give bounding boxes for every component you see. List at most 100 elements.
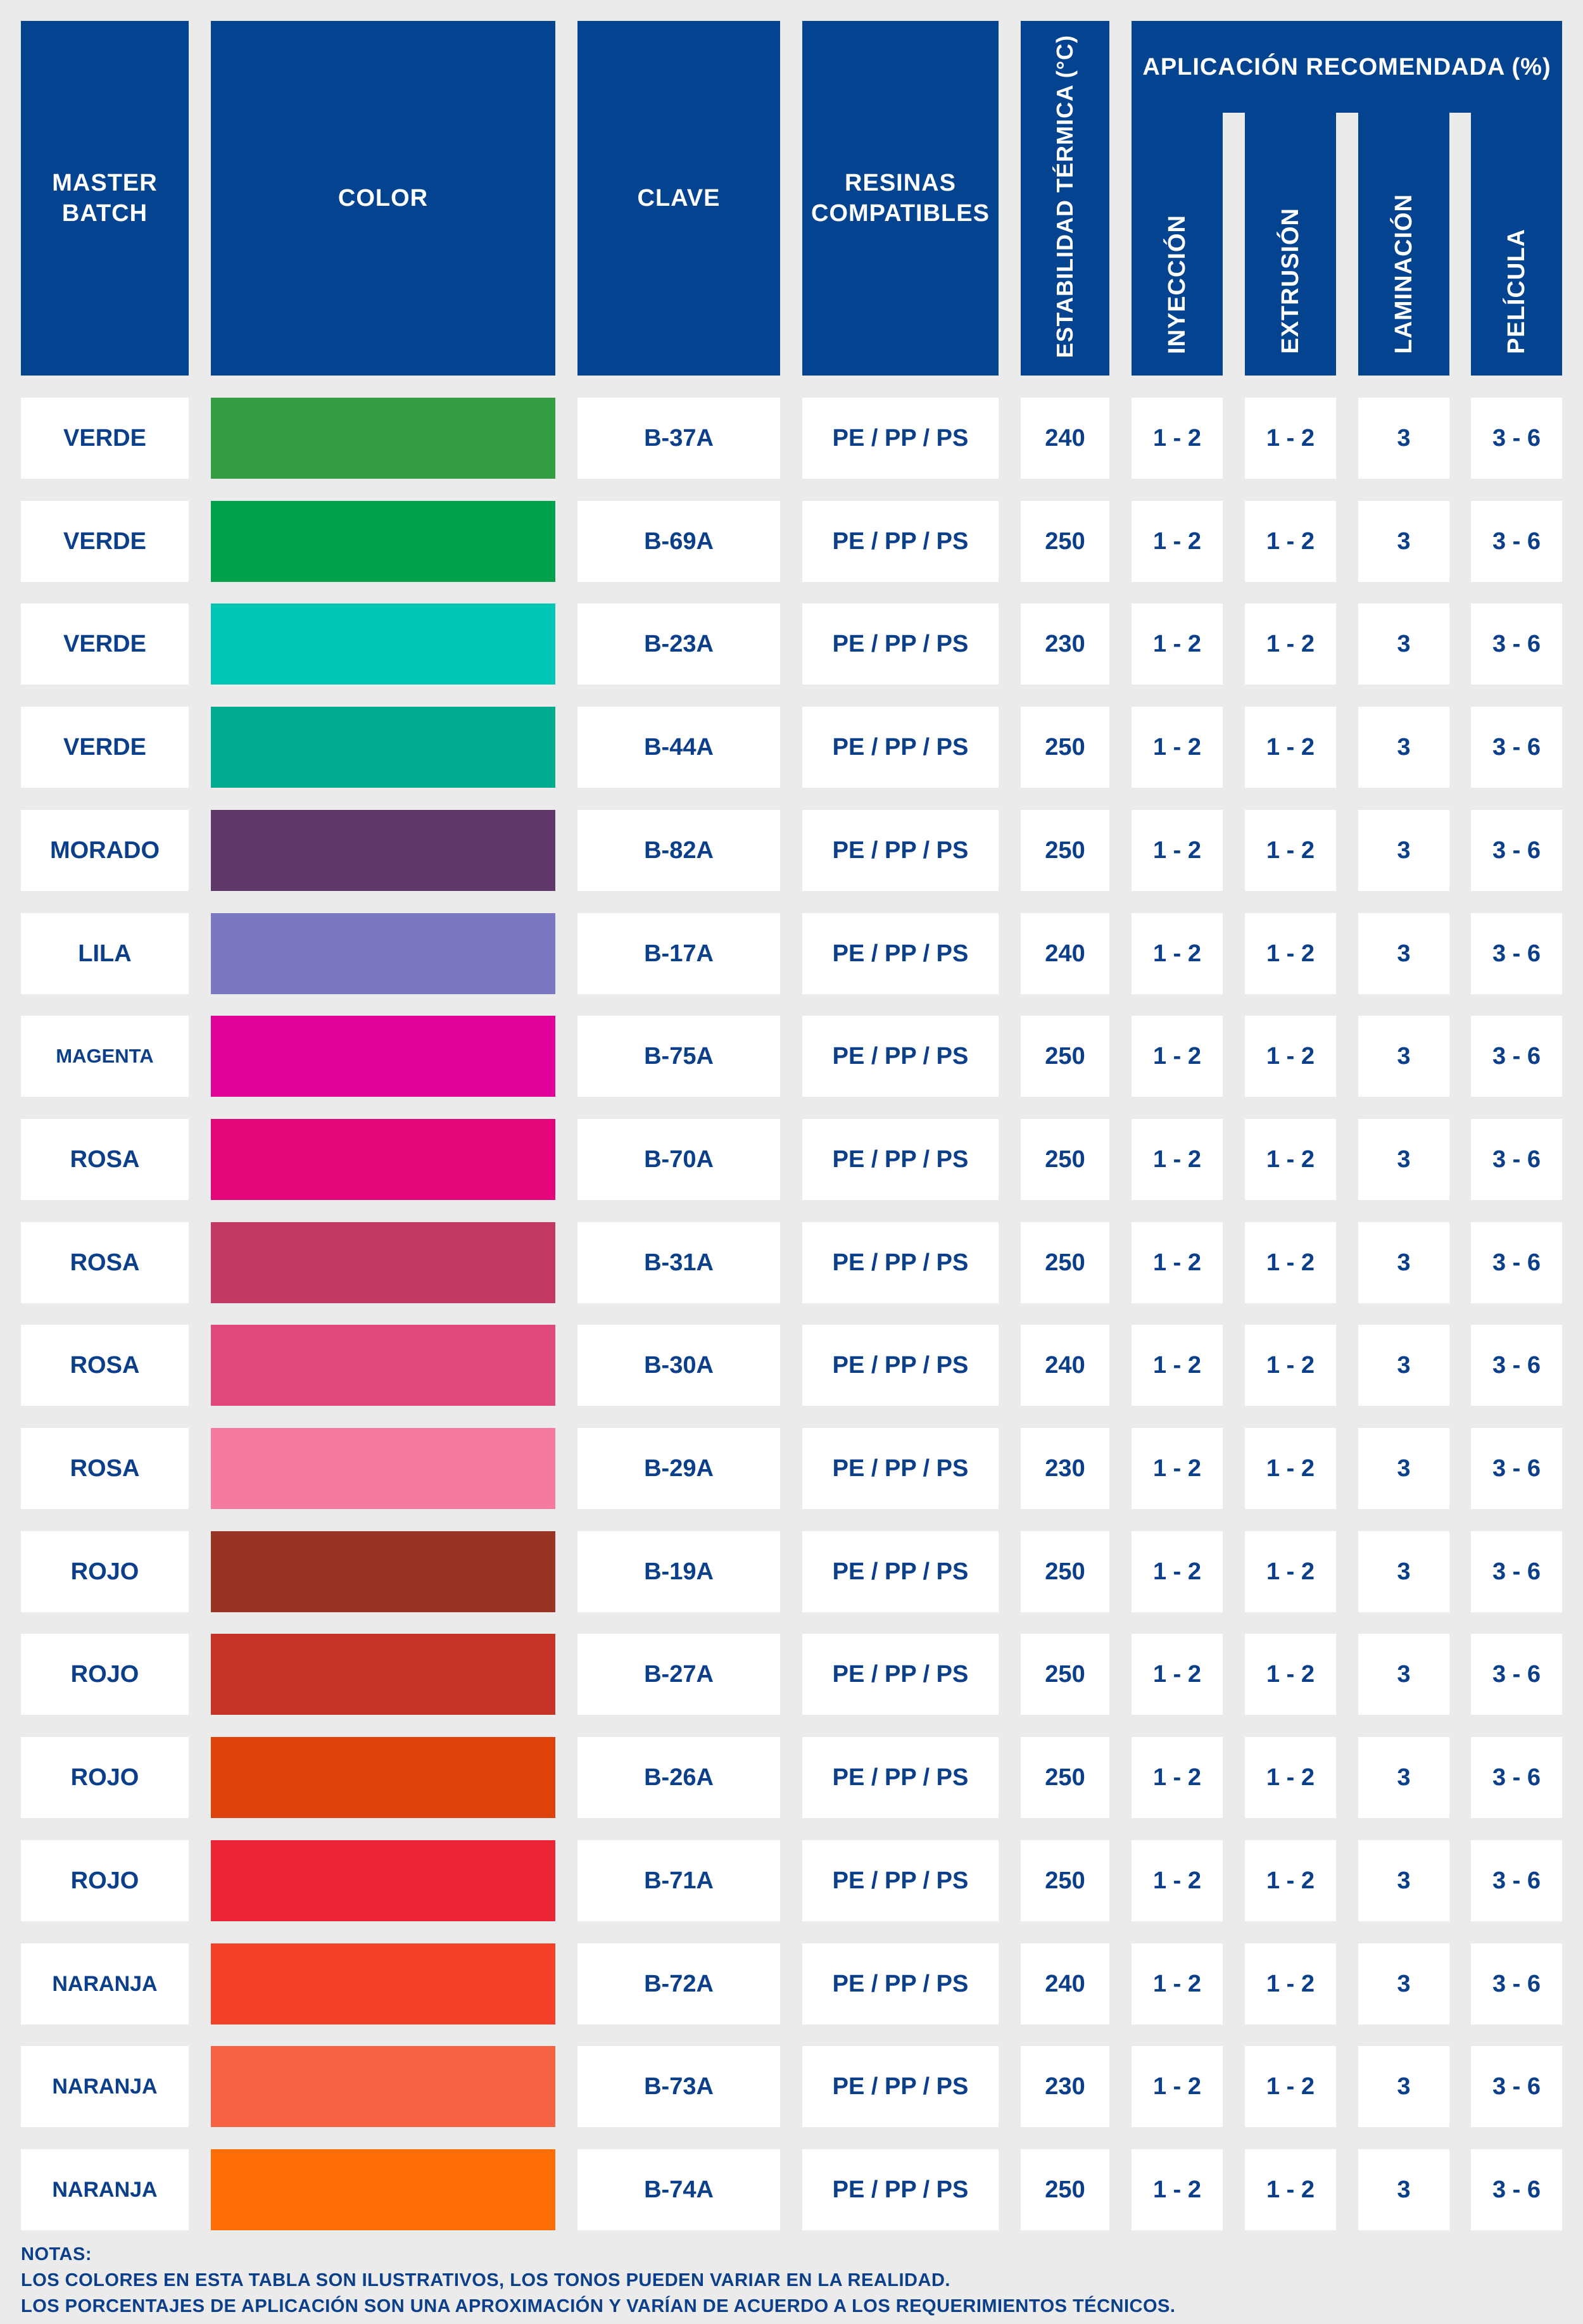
cell-laminacion: 3 xyxy=(1358,913,1449,994)
cell-extrusion: 1 - 2 xyxy=(1245,2046,1336,2127)
notes-line-2: LOS PORCENTAJES DE APLICACIÓN SON UNA AP… xyxy=(21,2296,1176,2316)
cell-resinas: PE / PP / PS xyxy=(802,1325,999,1406)
cell-pelicula: 3 - 6 xyxy=(1471,1119,1562,1200)
cell-inyeccion: 1 - 2 xyxy=(1132,2149,1223,2230)
cell-estabilidad: 240 xyxy=(1021,398,1109,479)
cell-extrusion: 1 - 2 xyxy=(1245,707,1336,788)
cell-clave: B-75A xyxy=(577,1016,780,1097)
cell-resinas: PE / PP / PS xyxy=(802,1634,999,1715)
cell-pelicula: 3 - 6 xyxy=(1471,1531,1562,1612)
cell-laminacion: 3 xyxy=(1358,1428,1449,1509)
cell-resinas: PE / PP / PS xyxy=(802,2046,999,2127)
cell-estabilidad: 250 xyxy=(1021,707,1109,788)
cell-resinas: PE / PP / PS xyxy=(802,603,999,685)
color-swatch xyxy=(211,1840,555,1921)
cell-extrusion: 1 - 2 xyxy=(1245,2149,1336,2230)
cell-laminacion: 3 xyxy=(1358,501,1449,582)
cell-master-batch: LILA xyxy=(21,913,189,994)
cell-resinas: PE / PP / PS xyxy=(802,1119,999,1200)
cell-clave: B-27A xyxy=(577,1634,780,1715)
header-pelicula-label: PELÍCULA xyxy=(1503,229,1530,354)
cell-estabilidad: 250 xyxy=(1021,2149,1109,2230)
header-master-batch: MASTER BATCH xyxy=(21,21,189,376)
cell-estabilidad: 250 xyxy=(1021,501,1109,582)
cell-estabilidad: 240 xyxy=(1021,1325,1109,1406)
header-aplicacion: APLICACIÓN RECOMENDADA (%) xyxy=(1132,21,1562,113)
cell-inyeccion: 1 - 2 xyxy=(1132,1119,1223,1200)
color-swatch xyxy=(211,2046,555,2127)
cell-clave: B-29A xyxy=(577,1428,780,1509)
header-clave: CLAVE xyxy=(577,21,780,376)
color-swatch xyxy=(211,1119,555,1200)
cell-resinas: PE / PP / PS xyxy=(802,1840,999,1921)
cell-laminacion: 3 xyxy=(1358,810,1449,891)
header-pelicula: PELÍCULA xyxy=(1471,113,1562,376)
cell-inyeccion: 1 - 2 xyxy=(1132,2046,1223,2127)
cell-laminacion: 3 xyxy=(1358,603,1449,685)
cell-estabilidad: 230 xyxy=(1021,603,1109,685)
header-color: COLOR xyxy=(211,21,555,376)
cell-master-batch: NARANJA xyxy=(21,2149,189,2230)
cell-master-batch: ROSA xyxy=(21,1325,189,1406)
cell-laminacion: 3 xyxy=(1358,2149,1449,2230)
cell-master-batch: ROSA xyxy=(21,1222,189,1303)
cell-master-batch: ROJO xyxy=(21,1531,189,1612)
cell-estabilidad: 250 xyxy=(1021,1531,1109,1612)
cell-inyeccion: 1 - 2 xyxy=(1132,913,1223,994)
color-swatch xyxy=(211,810,555,891)
color-swatch xyxy=(211,398,555,479)
cell-laminacion: 3 xyxy=(1358,1325,1449,1406)
cell-pelicula: 3 - 6 xyxy=(1471,2046,1562,2127)
color-swatch xyxy=(211,1428,555,1509)
cell-estabilidad: 240 xyxy=(1021,1943,1109,2024)
cell-inyeccion: 1 - 2 xyxy=(1132,810,1223,891)
header-aplicacion-label: APLICACIÓN RECOMENDADA (%) xyxy=(1142,53,1551,80)
notes-title: NOTAS: xyxy=(21,2244,92,2264)
cell-pelicula: 3 - 6 xyxy=(1471,1016,1562,1097)
header-estabilidad-label: ESTABILIDAD TÉRMICA (°C) xyxy=(1052,34,1078,358)
color-swatch xyxy=(211,1016,555,1097)
header-clave-label: CLAVE xyxy=(637,185,721,212)
cell-extrusion: 1 - 2 xyxy=(1245,1222,1336,1303)
cell-master-batch: NARANJA xyxy=(21,1943,189,2024)
cell-clave: B-30A xyxy=(577,1325,780,1406)
cell-laminacion: 3 xyxy=(1358,707,1449,788)
color-swatch xyxy=(211,1634,555,1715)
cell-inyeccion: 1 - 2 xyxy=(1132,1428,1223,1509)
cell-inyeccion: 1 - 2 xyxy=(1132,603,1223,685)
cell-pelicula: 3 - 6 xyxy=(1471,1325,1562,1406)
cell-resinas: PE / PP / PS xyxy=(802,1737,999,1818)
cell-extrusion: 1 - 2 xyxy=(1245,1634,1336,1715)
cell-pelicula: 3 - 6 xyxy=(1471,2149,1562,2230)
cell-estabilidad: 230 xyxy=(1021,2046,1109,2127)
cell-extrusion: 1 - 2 xyxy=(1245,913,1336,994)
cell-laminacion: 3 xyxy=(1358,1840,1449,1921)
cell-laminacion: 3 xyxy=(1358,398,1449,479)
cell-estabilidad: 250 xyxy=(1021,1222,1109,1303)
cell-extrusion: 1 - 2 xyxy=(1245,398,1336,479)
cell-extrusion: 1 - 2 xyxy=(1245,1943,1336,2024)
cell-clave: B-69A xyxy=(577,501,780,582)
cell-pelicula: 3 - 6 xyxy=(1471,707,1562,788)
cell-inyeccion: 1 - 2 xyxy=(1132,1634,1223,1715)
cell-master-batch: ROJO xyxy=(21,1634,189,1715)
cell-laminacion: 3 xyxy=(1358,1634,1449,1715)
cell-resinas: PE / PP / PS xyxy=(802,2149,999,2230)
header-inyeccion-label: INYECCIÓN xyxy=(1164,214,1190,354)
cell-extrusion: 1 - 2 xyxy=(1245,1119,1336,1200)
color-swatch xyxy=(211,1325,555,1406)
cell-inyeccion: 1 - 2 xyxy=(1132,1222,1223,1303)
cell-inyeccion: 1 - 2 xyxy=(1132,501,1223,582)
cell-clave: B-31A xyxy=(577,1222,780,1303)
cell-master-batch: ROSA xyxy=(21,1119,189,1200)
cell-clave: B-82A xyxy=(577,810,780,891)
cell-estabilidad: 250 xyxy=(1021,810,1109,891)
header-estabilidad: ESTABILIDAD TÉRMICA (°C) xyxy=(1021,21,1109,376)
cell-extrusion: 1 - 2 xyxy=(1245,1840,1336,1921)
color-swatch xyxy=(211,603,555,685)
header-laminacion: LAMINACIÓN xyxy=(1358,113,1449,376)
cell-pelicula: 3 - 6 xyxy=(1471,1222,1562,1303)
cell-inyeccion: 1 - 2 xyxy=(1132,1325,1223,1406)
notes: NOTAS: LOS COLORES EN ESTA TABLA SON ILU… xyxy=(21,2242,1175,2320)
header-laminacion-label: LAMINACIÓN xyxy=(1391,194,1417,354)
